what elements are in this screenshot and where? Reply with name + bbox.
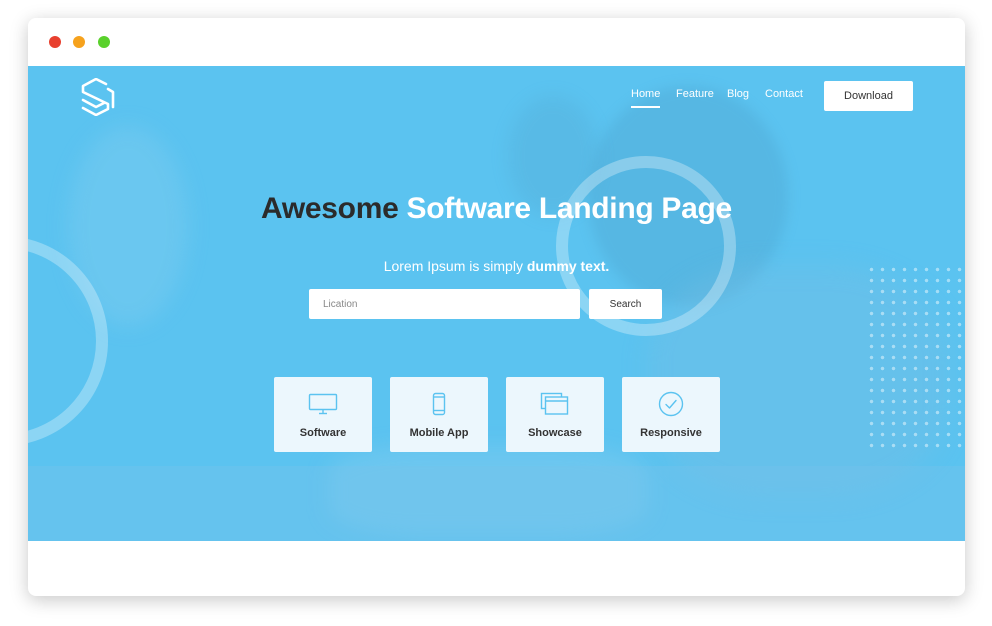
subtitle-bold: dummy text. <box>526 258 610 274</box>
page-title: Awesome Software Landing Page <box>28 192 965 226</box>
feature-card-responsive[interactable]: Responsive <box>622 377 720 452</box>
maximize-window-button[interactable] <box>98 36 110 48</box>
monitor-icon <box>307 390 339 418</box>
feature-card-label: Software <box>299 427 347 439</box>
nav-item-home[interactable]: Home <box>631 88 661 108</box>
feature-card-software[interactable]: Software <box>274 377 372 452</box>
check-circle-icon <box>655 390 687 418</box>
decorative-dot-grid <box>866 264 965 449</box>
layers-icon <box>539 390 571 418</box>
headline-light-part: Software Landing Page <box>406 192 733 225</box>
feature-card-label: Mobile App <box>409 427 469 439</box>
feature-card-label: Responsive <box>640 427 702 439</box>
subtitle-regular: Lorem Ipsum is simply <box>383 258 523 274</box>
hero-section: Home Feature Blog Contact Download Aweso… <box>28 66 965 541</box>
browser-window: Home Feature Blog Contact Download Aweso… <box>28 18 965 596</box>
feature-card-mobile-app[interactable]: Mobile App <box>390 377 488 452</box>
download-button[interactable]: Download <box>824 81 913 111</box>
background-photo-desk <box>28 466 965 541</box>
minimize-window-button[interactable] <box>73 36 85 48</box>
nav-item-feature[interactable]: Feature <box>676 88 714 100</box>
cube-s-logo-icon[interactable] <box>80 77 116 117</box>
headline-dark-part: Awesome <box>261 192 399 225</box>
smartphone-icon <box>423 390 455 418</box>
close-window-button[interactable] <box>49 36 61 48</box>
nav-item-contact[interactable]: Contact <box>765 88 803 100</box>
window-titlebar <box>28 18 965 66</box>
nav-item-blog[interactable]: Blog <box>727 88 749 100</box>
hero-subtitle: Lorem Ipsum is simply dummy text. <box>28 258 965 274</box>
location-search-input[interactable]: Lication <box>309 289 580 319</box>
feature-card-label: Showcase <box>528 427 582 439</box>
feature-card-showcase[interactable]: Showcase <box>506 377 604 452</box>
search-button[interactable]: Search <box>589 289 662 319</box>
